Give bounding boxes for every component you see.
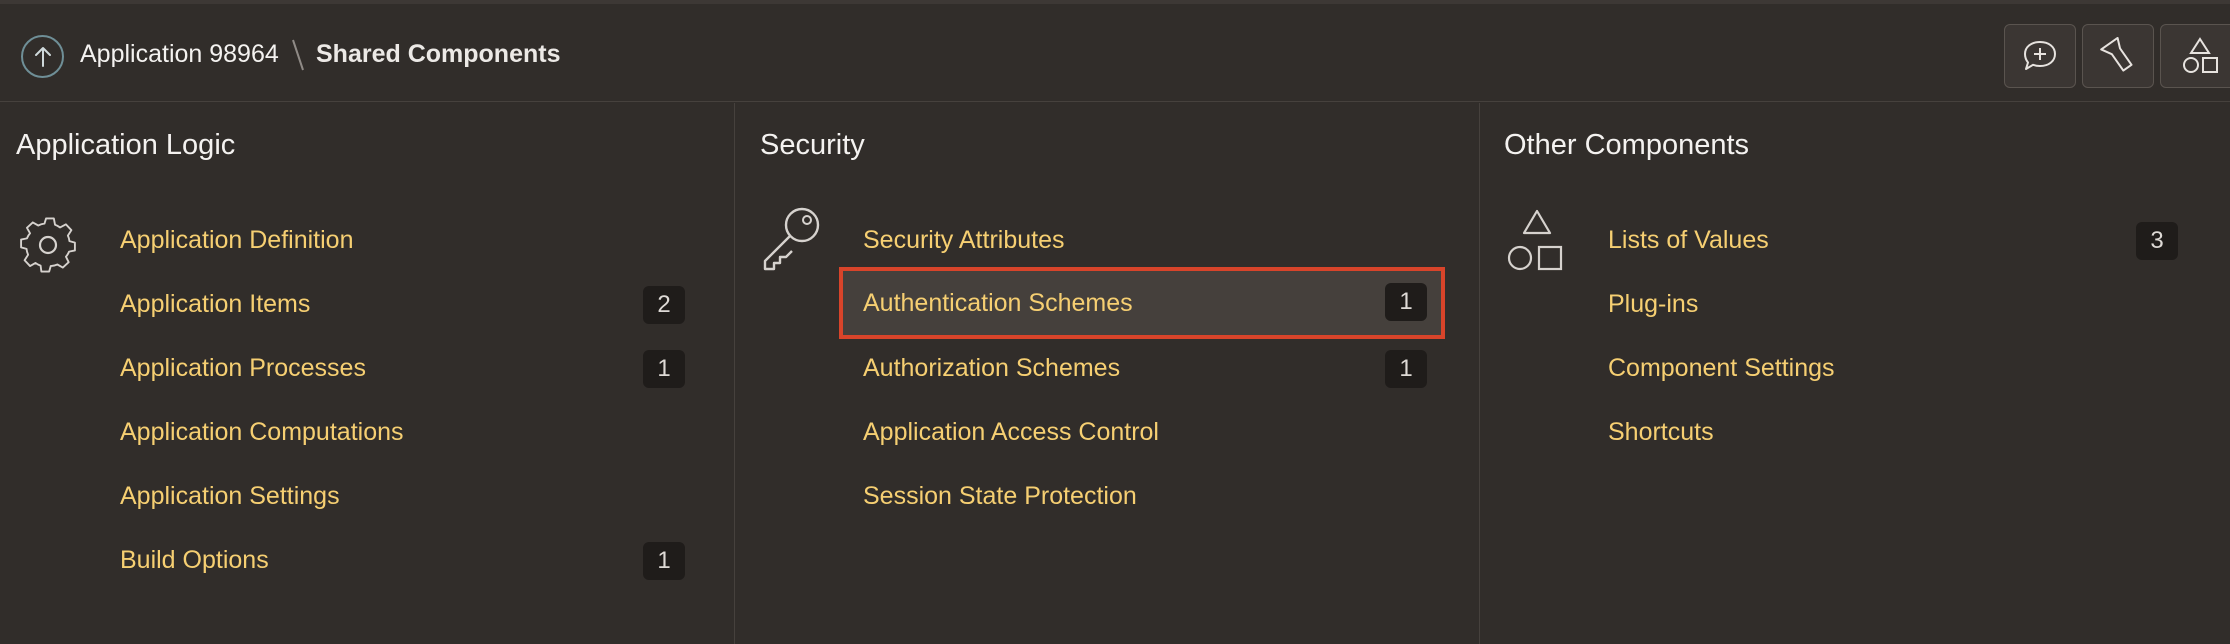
list-item[interactable]: Component Settings: [1608, 340, 2178, 396]
list-item[interactable]: Authorization Schemes 1: [863, 340, 1445, 396]
list-item[interactable]: Application Settings: [120, 468, 695, 524]
list-item[interactable]: Security Attributes: [863, 212, 1443, 268]
breadcrumb-application[interactable]: Application 98964: [80, 40, 279, 69]
component-settings-link[interactable]: Component Settings: [1608, 354, 1835, 383]
navigate-up-button[interactable]: [21, 35, 64, 78]
count-badge: 2: [643, 286, 685, 324]
shared-components-button[interactable]: [2160, 24, 2230, 88]
build-options-link[interactable]: Build Options: [120, 546, 269, 575]
count-badge: 1: [643, 542, 685, 580]
authorization-schemes-link[interactable]: Authorization Schemes: [863, 354, 1120, 383]
breadcrumb-current-page: Shared Components: [316, 40, 561, 68]
list-item[interactable]: Build Options 1: [120, 532, 695, 588]
list-item[interactable]: Application Items 2: [120, 276, 695, 332]
application-access-control-link[interactable]: Application Access Control: [863, 418, 1159, 447]
application-processes-link[interactable]: Application Processes: [120, 354, 366, 383]
breadcrumb-separator-icon: [292, 39, 304, 71]
list-item[interactable]: Application Processes 1: [120, 340, 695, 396]
panel-title: Application Logic: [16, 129, 236, 161]
list-item[interactable]: Application Definition: [120, 212, 695, 268]
count-badge: 3: [2136, 222, 2178, 260]
highlight-button[interactable]: [2082, 24, 2154, 88]
shortcuts-link[interactable]: Shortcuts: [1608, 418, 1714, 447]
count-badge: 1: [1385, 283, 1427, 321]
page-header: Application 98964 Shared Components: [0, 4, 2230, 102]
shapes-icon: [2183, 37, 2218, 73]
list-item[interactable]: Application Computations: [120, 404, 695, 460]
list-item[interactable]: Application Access Control: [863, 404, 1443, 460]
panel-title: Other Components: [1504, 129, 1750, 161]
application-definition-link[interactable]: Application Definition: [120, 226, 353, 255]
application-logic-panel: Application Logic Application Definition…: [0, 103, 735, 644]
list-item[interactable]: Session State Protection: [863, 468, 1443, 524]
list-item[interactable]: Plug-ins: [1608, 276, 2178, 332]
key-icon: [763, 207, 820, 271]
other-components-panel: Other Components Lists of Values 3 Plug-…: [1480, 103, 2230, 644]
count-badge: 1: [643, 350, 685, 388]
security-attributes-link[interactable]: Security Attributes: [863, 226, 1064, 255]
plug-ins-link[interactable]: Plug-ins: [1608, 290, 1698, 319]
application-items-link[interactable]: Application Items: [120, 290, 310, 319]
list-item[interactable]: Shortcuts: [1608, 404, 2178, 460]
count-badge: 1: [1385, 350, 1427, 388]
lists-of-values-link[interactable]: Lists of Values: [1608, 226, 1769, 255]
shapes-icon: [1507, 209, 1563, 271]
chat-add-icon: [2024, 41, 2056, 70]
application-settings-link[interactable]: Application Settings: [120, 482, 340, 511]
gear-icon: [20, 217, 76, 273]
session-state-protection-link[interactable]: Session State Protection: [863, 482, 1137, 511]
highlighter-icon: [2100, 37, 2133, 72]
arrow-up-icon: [34, 46, 51, 67]
list-item[interactable]: Lists of Values 3: [1608, 212, 2178, 268]
feedback-button[interactable]: [2004, 24, 2076, 88]
authentication-schemes-row[interactable]: Authentication Schemes 1: [839, 267, 1445, 339]
authentication-schemes-link[interactable]: Authentication Schemes: [863, 289, 1133, 318]
application-computations-link[interactable]: Application Computations: [120, 418, 404, 447]
security-panel: Security Security Attributes Authenticat…: [735, 103, 1480, 644]
panel-title: Security: [760, 129, 865, 161]
